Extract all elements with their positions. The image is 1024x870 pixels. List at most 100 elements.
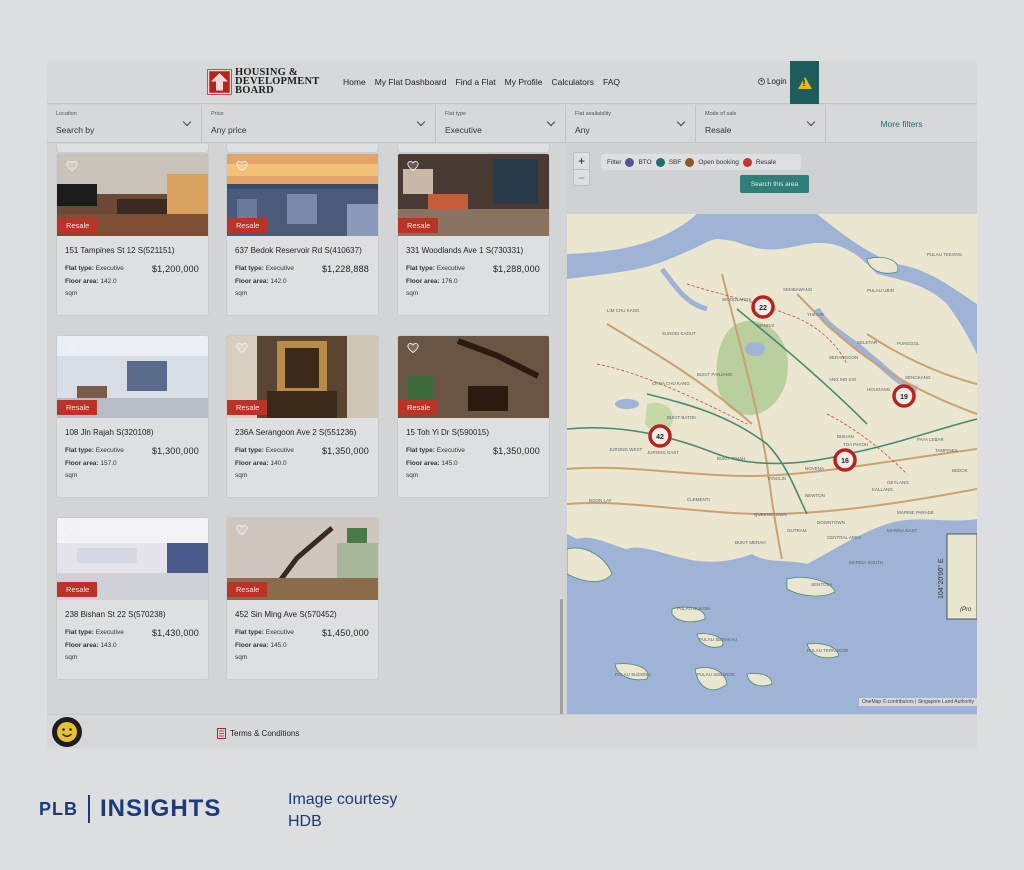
feedback-button[interactable] [52,717,82,747]
place-label: BUKIT PANJANG [697,372,733,377]
heart-icon[interactable] [236,524,248,536]
scrollbar[interactable] [560,599,563,714]
listing-address[interactable]: 236A Serangoon Ave 2 S(551236) [235,428,356,437]
cluster-42[interactable]: 42 [648,424,672,448]
nav-find-a-flat[interactable]: Find a Flat [456,77,496,87]
terms-link[interactable]: Terms & Conditions [217,728,299,739]
place-label: LIM CHU KANG [607,308,640,313]
heart-icon[interactable] [407,160,419,172]
map-attribution[interactable]: OneMap © contributors | Singapore Land A… [859,698,977,706]
courtesy-line-1: Image courtesy [288,791,398,808]
place-label: YISHUN [807,312,824,317]
flat-type: Flat type: Executive [235,447,294,454]
heart-icon[interactable] [66,342,78,354]
listing-address[interactable]: 452 Sin Ming Ave S(570452) [235,610,337,619]
place-label: TANGLIN [767,476,786,481]
flat-availability-filter[interactable]: Flat availability Any [566,105,696,143]
flat-type-label: Flat type: [235,447,264,454]
heart-icon[interactable] [66,160,78,172]
courtesy-line-2: HDB [288,813,322,830]
flat-type: Flat type: Executive [406,447,465,454]
alert-button[interactable] [790,61,819,104]
heart-icon[interactable] [236,160,248,172]
listing-card[interactable]: Resale 108 Jln Rajah S(320108) Flat type: … [56,335,209,498]
flat-type: Flat type: Executive [65,629,124,636]
location-filter-value: Search by [56,125,95,135]
cluster-16[interactable]: 16 [833,448,857,472]
price-filter[interactable]: Price Any price [202,105,436,143]
flat-type: Flat type: Executive [65,265,124,272]
place-label: PULAU BUKOM [677,606,710,611]
listing-card[interactable]: Resale 637 Bedok Reservoir Rd S(410637) Fl… [226,153,379,316]
zoom-out-button[interactable]: − [574,169,589,185]
listing-address[interactable]: 15 Toh Yi Dr S(590015) [406,428,489,437]
heart-icon[interactable] [407,342,419,354]
map-legend: Filter BTO SBF Open booking Resale [601,154,801,170]
floor-area-value: 142.0 [100,278,117,285]
flat-type: Flat type: Executive [65,447,124,454]
zoom-in-button[interactable]: + [574,153,589,169]
login-link[interactable]: Login [758,77,787,86]
resale-badge: Resale [227,400,268,415]
floor-area: Floor area: 157.0 [65,460,117,467]
listing-card[interactable]: Resale 15 Toh Yi Dr S(590015) Flat type: E… [397,335,550,498]
floor-area-label: Floor area: [235,460,269,467]
flat-type-label: Flat type: [406,447,435,454]
singapore-map[interactable]: 104°20'00" E (Pro WOODLANDS MANDAI SEMBAWA… [567,214,977,714]
resale-badge: Resale [57,400,98,415]
listing-card[interactable]: Resale 331 Woodlands Ave 1 S(730331) Flat … [397,153,550,316]
place-label: ANG MO KIO [829,377,857,382]
floor-area: Floor area: 142.0 [235,278,287,285]
nav-calculators[interactable]: Calculators [551,77,594,87]
mode-of-sale-filter[interactable]: Mode of sale Resale [696,105,826,143]
listing-card[interactable]: Resale 238 Bishan St 22 S(570238) Flat typ… [56,517,209,680]
heart-icon[interactable] [236,342,248,354]
floor-area-label: Floor area: [65,278,99,285]
listing-card[interactable]: Resale 151 Tampines St 12 S(521151) Flat t… [56,153,209,316]
resale-badge: Resale [227,218,268,233]
flat-type-label: Flat type: [235,629,264,636]
legend-resale[interactable]: Resale [756,159,776,166]
hdb-logo[interactable]: HOUSING & DEVELOPMENT BOARD [207,67,319,96]
floor-area-unit: sqm [235,290,248,297]
legend-sbf[interactable]: SBF [669,159,682,166]
nav-my-flat-dashboard[interactable]: My Flat Dashboard [375,77,447,87]
listing-address[interactable]: 238 Bishan St 22 S(570238) [65,610,166,619]
place-label: HOUGANG [867,387,891,392]
flat-type-filter-label: Flat type [445,111,467,117]
place-label: SEMBAWANG [783,287,813,292]
site-header: HOUSING & DEVELOPMENT BOARD Home My Flat… [47,61,977,104]
search-this-area-button[interactable]: Search this area [740,175,809,193]
cluster-22[interactable]: 22 [751,295,775,319]
flat-type-value: Executive [265,447,294,454]
cluster-19[interactable]: 19 [892,384,916,408]
bto-dot [625,157,635,167]
location-filter[interactable]: Location Search by [47,105,202,143]
floor-area-unit: sqm [65,654,78,661]
heart-icon[interactable] [66,524,78,536]
listing-address[interactable]: 151 Tampines St 12 S(521151) [65,246,175,255]
listing-address[interactable]: 108 Jln Rajah S(320108) [65,428,154,437]
zoom-control: + − [573,152,590,186]
legend-bto[interactable]: BTO [638,159,651,166]
place-label: SENGKANG [905,375,931,380]
nav-home[interactable]: Home [343,77,366,87]
flat-type-filter[interactable]: Flat type Executive [436,105,566,143]
nav-faq[interactable]: FAQ [603,77,620,87]
legend-open-booking[interactable]: Open booking [698,159,738,166]
logo-divider [88,795,90,823]
more-filters-button[interactable]: More filters [826,105,977,142]
listing-address[interactable]: 637 Bedok Reservoir Rd S(410637) [235,246,362,255]
nav-my-profile[interactable]: My Profile [505,77,543,87]
listing-price: $1,288,000 [492,264,540,274]
document-icon [217,728,226,739]
listing-address[interactable]: 331 Woodlands Ave 1 S(730331) [406,246,523,255]
listing-card[interactable]: Resale 452 Sin Ming Ave S(570452) Flat typ… [226,517,379,680]
map-panel[interactable]: + − Filter BTO SBF Open booking Resale S… [567,144,977,714]
place-label: QUEENSTOWN [754,512,787,517]
place-label: BUKIT MERAH [735,540,766,545]
place-label: SERANGOON [829,355,858,360]
floor-area-value: 142.0 [270,278,287,285]
place-label: NEWTON [805,493,825,498]
listing-card[interactable]: Resale 236A Serangoon Ave 2 S(551236) Flat… [226,335,379,498]
